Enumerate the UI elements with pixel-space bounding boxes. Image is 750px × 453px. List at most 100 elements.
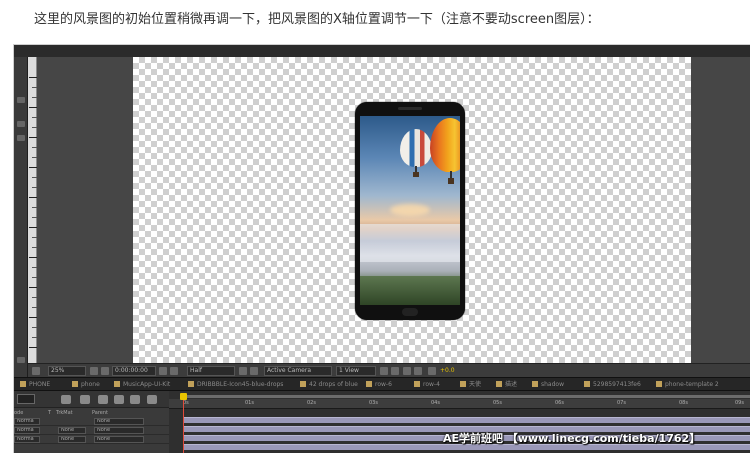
snapshot-icon[interactable] [159, 367, 167, 375]
parent-dropdown[interactable]: None [94, 436, 144, 443]
tab-composition[interactable]: DRIBBBLE-Icon45-blue-drops [188, 380, 283, 390]
resolution-dropdown[interactable]: Half [187, 366, 235, 376]
tab-label: 5298597413fe6 [593, 381, 641, 388]
tools-panel [14, 57, 28, 377]
region-of-interest-icon[interactable] [239, 367, 247, 375]
tab-label: phone [81, 381, 100, 388]
flowchart-icon[interactable] [414, 367, 422, 375]
phone-home-button [402, 308, 418, 316]
transparency-grid-icon[interactable] [250, 367, 258, 375]
tab-composition[interactable]: phone-template 2 [656, 380, 719, 390]
solo-column-header: T [48, 410, 52, 416]
time-tick: 06s [555, 400, 564, 406]
composition-viewer[interactable] [37, 57, 750, 363]
tab-label: shadow [541, 381, 564, 388]
tool-icon[interactable] [17, 121, 25, 127]
exposure-icon[interactable] [428, 367, 436, 375]
tab-composition[interactable]: shadow [532, 380, 564, 390]
tab-composition[interactable]: 描述 [496, 380, 517, 390]
current-time-indicator-handle[interactable] [180, 393, 187, 400]
current-time-display[interactable]: 0:00:00:00 [112, 366, 156, 376]
tab-label: PHONE [29, 381, 51, 388]
layer-row[interactable]: Norma None None [14, 426, 169, 435]
blend-mode-dropdown[interactable]: Norma [14, 427, 40, 434]
instruction-caption: 这里的风景图的初始位置稍微再调一下，把风景图的X轴位置调节一下（注意不要动scr… [34, 12, 600, 27]
blend-mode-dropdown[interactable]: Norma [14, 418, 40, 425]
mist [360, 224, 460, 262]
parent-dropdown[interactable]: None [94, 427, 144, 434]
time-ruler[interactable]: 0s 01s 02s 03s 04s 05s 06s 07s 08s 09s [169, 399, 750, 409]
always-preview-icon[interactable] [32, 367, 40, 375]
balloon-basket [448, 178, 454, 184]
balloon-basket [413, 172, 419, 177]
tool-icon[interactable] [17, 357, 25, 363]
trkmat-dropdown[interactable]: None [58, 427, 86, 434]
phone-mockup[interactable] [355, 102, 465, 320]
current-time-indicator[interactable] [183, 393, 184, 453]
camera-dropdown[interactable]: Active Camera [264, 366, 332, 376]
zoom-dropdown[interactable]: 25% [48, 366, 86, 376]
tab-composition[interactable]: phone [72, 380, 100, 390]
time-tick: 04s [431, 400, 440, 406]
layer-search-input[interactable] [17, 394, 35, 404]
tool-icon[interactable] [17, 135, 25, 141]
motion-blur-icon[interactable] [114, 395, 124, 404]
layer-duration-bar[interactable] [183, 417, 750, 423]
hills [360, 276, 460, 305]
time-tick: 07s [617, 400, 626, 406]
timeline-switches [14, 391, 169, 408]
layer-row[interactable]: Norma None [14, 417, 169, 426]
brainstorm-icon[interactable] [130, 395, 140, 404]
tab-composition[interactable]: PHONE [20, 380, 50, 390]
exposure-value[interactable]: +0.0 [440, 366, 455, 376]
time-tick: 02s [307, 400, 316, 406]
fast-preview-icon[interactable] [391, 367, 399, 375]
hot-air-balloon-right [430, 118, 460, 172]
time-tick: 08s [679, 400, 688, 406]
time-tick: 03s [369, 400, 378, 406]
pixel-aspect-icon[interactable] [380, 367, 388, 375]
timeline-icon[interactable] [403, 367, 411, 375]
tool-icon[interactable] [17, 97, 25, 103]
frame-blending-icon[interactable] [98, 395, 108, 404]
sunset-glow [390, 204, 430, 216]
tab-label: phone-template 2 [665, 381, 719, 388]
tab-label: MusicApp-UI-Kit [123, 381, 171, 388]
grid-icon[interactable] [90, 367, 98, 375]
vertical-ruler [28, 57, 37, 363]
graph-editor-icon[interactable] [147, 395, 157, 404]
after-effects-screenshot: 25% 0:00:00:00 Half Active Camera 1 View… [13, 44, 750, 453]
tab-composition[interactable]: MusicApp-UI-Kit [114, 380, 170, 390]
tab-composition[interactable]: row-4 [414, 380, 440, 390]
time-tick: 09s [735, 400, 744, 406]
mode-column-header: ode [14, 410, 24, 416]
trkmat-column-header: TrkMat [56, 410, 73, 416]
tab-composition[interactable]: row-6 [366, 380, 392, 390]
tab-composition[interactable]: 42 drops of blue [300, 380, 358, 390]
time-tick: 01s [245, 400, 254, 406]
trkmat-dropdown[interactable]: None [58, 436, 86, 443]
tab-label: DRIBBBLE-Icon45-blue-drops [197, 381, 284, 388]
tab-composition[interactable]: 天使 [460, 380, 481, 390]
landscape-image-layer[interactable] [360, 116, 460, 305]
comp-flowchart-icon[interactable] [61, 395, 71, 404]
blend-mode-dropdown[interactable]: Norma [14, 436, 40, 443]
view-layout-dropdown[interactable]: 1 View [336, 366, 376, 376]
phone-speaker [398, 107, 422, 110]
mask-icon[interactable] [101, 367, 109, 375]
work-area-bar[interactable] [181, 395, 750, 398]
viewer-toolbar: 25% 0:00:00:00 Half Active Camera 1 View… [28, 363, 750, 377]
parent-dropdown[interactable]: None [94, 418, 144, 425]
tab-composition[interactable]: 5298597413fe6 [584, 380, 641, 390]
tab-label: row-6 [375, 381, 392, 388]
tab-label: 描述 [505, 381, 518, 388]
composition-tabs: PHONE phone MusicApp-UI-Kit DRIBBBLE-Ico… [14, 377, 750, 391]
watermark-text: AE学前班吧 【www.linecg.com/tieba/1762】 [443, 432, 701, 445]
tab-label: 天使 [469, 381, 482, 388]
channel-icon[interactable] [170, 367, 178, 375]
parent-column-header: Parent [92, 410, 109, 416]
layer-row[interactable]: Norma None None [14, 435, 169, 444]
tab-label: row-4 [423, 381, 440, 388]
timeline-layer-panel: ode T TrkMat Parent Norma None Norma Non… [14, 391, 169, 453]
shy-layers-icon[interactable] [80, 395, 90, 404]
